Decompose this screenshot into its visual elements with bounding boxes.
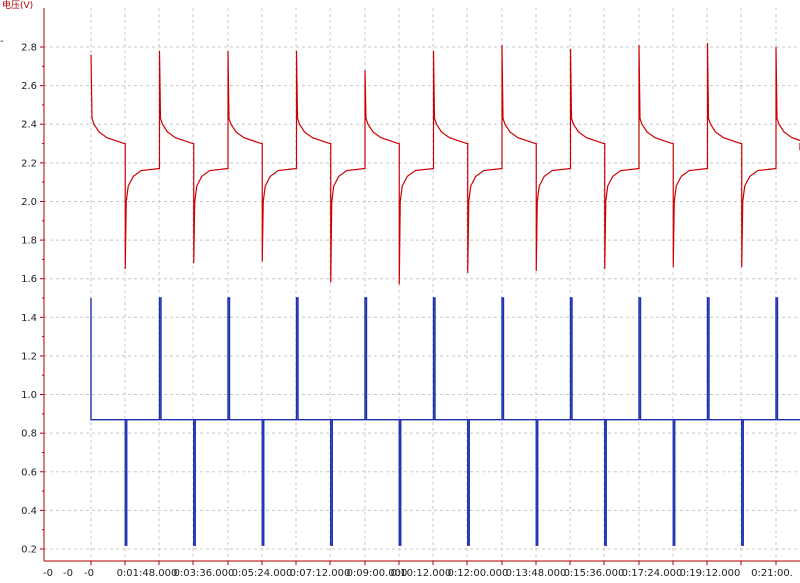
y-tick-label: 0.8: [21, 429, 37, 440]
y-tick-label: 2.8: [21, 43, 37, 54]
y-tick-label: 1.4: [21, 313, 37, 324]
y-tick-label: 2.6: [21, 81, 37, 92]
x-tick-label: 0:15:36.000: [564, 568, 625, 579]
y-axis-marker: -: [0, 36, 4, 47]
x-tick-label: -0: [43, 568, 53, 579]
ticks: 0.2 0.4 0.6 0.8 1.0 1.2 1.4 1.6 1.8 2.0 2.2 2.4 2.6 2…: [21, 43, 793, 580]
y-tick-label: 1.2: [21, 351, 37, 362]
y-tick-label: 0.4: [21, 506, 37, 517]
y-tick-label: 2.0: [21, 197, 37, 208]
axes: 电压(V) -: [0, 0, 800, 562]
x-tick-label: -0: [84, 568, 94, 579]
x-tick-label: 0:12:00.000: [448, 568, 509, 579]
x-tick-label: -0: [63, 568, 73, 579]
x-tick-label: 0:03:36.000: [174, 568, 235, 579]
x-tick-label: 0:07:12.000: [290, 568, 351, 579]
y-tick-label: 1.8: [21, 236, 37, 247]
x-tick-label: 0:13:48.000: [506, 568, 567, 579]
y-axis-title: 电压(V): [2, 0, 33, 11]
series: [90, 43, 800, 546]
grid: [44, 8, 800, 561]
y-tick-label: 0.6: [21, 467, 37, 478]
y-tick-label: 2.4: [21, 120, 37, 131]
chart-svg: 电压(V) - 0.2 0.4 0.6 0.8 1.0 1.2 1.4 1.6 1.8 2.0 2.…: [0, 0, 800, 580]
chart: 电压(V) - 0.2 0.4 0.6 0.8 1.0 1.2 1.4 1.6 1.8 2.0 2.…: [0, 0, 800, 583]
x-tick-label: 0:01:48.000: [117, 568, 178, 579]
y-tick-label: 1.6: [21, 274, 37, 285]
x-tick-label: 0:10:12.000: [391, 568, 452, 579]
y-tick-label: 0.2: [21, 545, 37, 556]
x-tick-label: 0:19:12.000: [680, 568, 741, 579]
current-series-line: [90, 297, 800, 546]
x-tick-label: 0:21:00.: [751, 568, 793, 579]
y-tick-label: 2.2: [21, 158, 37, 169]
x-tick-label: 0:17:24.000: [622, 568, 683, 579]
y-tick-label: 1.0: [21, 390, 37, 401]
x-tick-label: 0:05:24.000: [232, 568, 293, 579]
